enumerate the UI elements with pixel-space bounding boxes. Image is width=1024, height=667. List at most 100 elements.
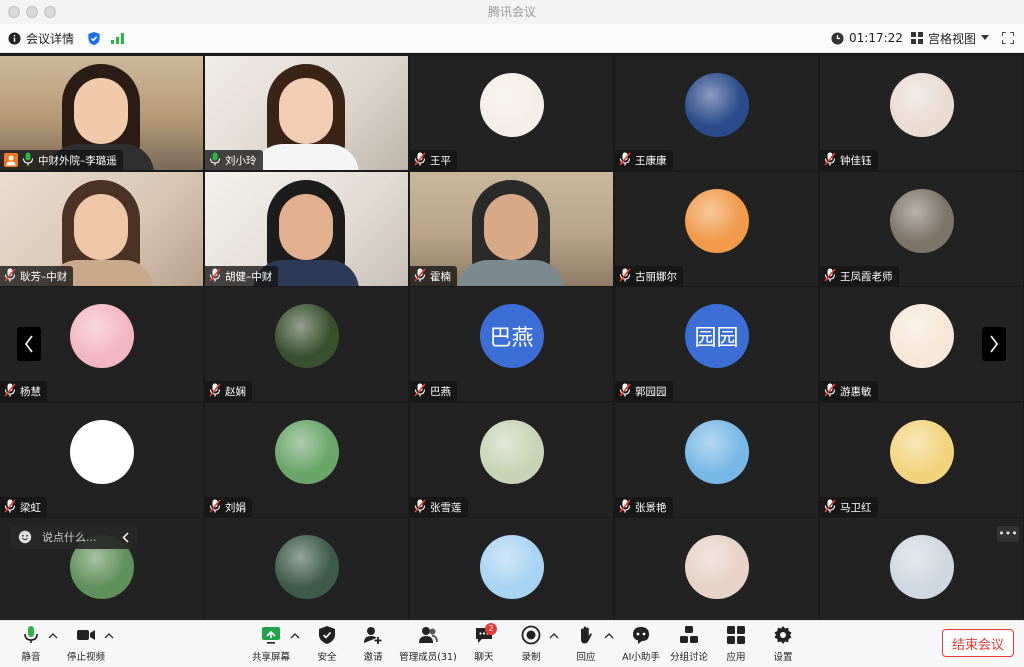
gear-icon bbox=[774, 626, 792, 644]
participant-tile[interactable]: 刘小玲 bbox=[205, 56, 408, 170]
record-label: 录制 bbox=[521, 652, 541, 663]
avatar-initials: 巴燕 bbox=[489, 326, 534, 351]
participant-tile[interactable]: 巴燕 巴燕 bbox=[410, 287, 613, 401]
participants-icon bbox=[419, 627, 438, 643]
apps-button[interactable]: 应用 bbox=[724, 625, 748, 665]
participant-name-tag: 郭园园 bbox=[615, 381, 673, 401]
audio-options-chevron-icon[interactable] bbox=[48, 631, 58, 641]
participant-tile[interactable] bbox=[820, 518, 1023, 620]
chat-button[interactable]: 2 聊天 bbox=[472, 623, 497, 665]
video-options-chevron-icon[interactable] bbox=[104, 631, 114, 641]
participant-tile[interactable]: 王凤霞老师 bbox=[820, 172, 1023, 286]
view-mode-dropdown[interactable]: 宫格视图 bbox=[911, 24, 990, 52]
person-face bbox=[279, 78, 333, 144]
manage-participants-button[interactable]: 管理成员(31) bbox=[399, 625, 457, 665]
window-title: 腾讯会议 bbox=[487, 5, 536, 19]
breakout-rooms-label: 分组讨论 bbox=[670, 652, 709, 663]
record-options-chevron-icon[interactable] bbox=[549, 631, 559, 641]
participant-avatar bbox=[274, 420, 339, 484]
chevron-right-icon bbox=[990, 335, 998, 353]
stop-video-button[interactable]: 停止视频 bbox=[64, 625, 108, 665]
breakout-rooms-button[interactable]: 分组讨论 bbox=[670, 625, 708, 665]
chat-label: 聊天 bbox=[474, 652, 494, 663]
microphone-muted-icon bbox=[619, 267, 635, 285]
participant-name: 梁虹 bbox=[20, 501, 41, 514]
participant-tile[interactable]: 张雪莲 bbox=[410, 403, 613, 517]
reaction-button[interactable]: 回应 bbox=[572, 625, 600, 665]
share-options-chevron-icon[interactable] bbox=[290, 631, 300, 641]
microphone-icon bbox=[24, 626, 38, 643]
participant-name-tag: 霍楠 bbox=[410, 266, 457, 286]
ai-assistant-label: AI小助手 bbox=[622, 652, 660, 663]
participant-tile[interactable]: 马卫红 bbox=[820, 403, 1023, 517]
security-button[interactable]: 安全 bbox=[314, 625, 340, 665]
network-signal-indicator[interactable] bbox=[111, 24, 124, 52]
participant-tile[interactable] bbox=[205, 518, 408, 620]
collapse-chevron-icon[interactable] bbox=[122, 531, 129, 543]
participant-tile[interactable]: 中财外院–李璐遥 bbox=[0, 56, 203, 170]
participant-name-tag: 古丽娜尔 bbox=[615, 266, 683, 286]
participant-tile[interactable]: 张景艳 bbox=[615, 403, 818, 517]
next-page-button[interactable] bbox=[982, 327, 1006, 361]
host-badge-icon bbox=[4, 153, 18, 167]
share-screen-button[interactable]: 共享屏幕 bbox=[250, 625, 292, 665]
invite-button[interactable]: 邀请 bbox=[360, 625, 386, 665]
participant-avatar bbox=[274, 304, 339, 368]
participant-tile[interactable]: 胡健–中财 bbox=[205, 172, 408, 286]
participant-name-tag: 王平 bbox=[410, 150, 457, 170]
participant-tile[interactable]: 梁虹 bbox=[0, 403, 203, 517]
tile-more-options-button[interactable]: ••• bbox=[997, 526, 1019, 542]
participant-tile[interactable]: 古丽娜尔 bbox=[615, 172, 818, 286]
participant-tile[interactable] bbox=[615, 518, 818, 620]
previous-page-button[interactable] bbox=[17, 327, 41, 361]
apps-grid-icon bbox=[727, 626, 745, 644]
ai-assistant-icon bbox=[633, 627, 649, 644]
end-meeting-button[interactable]: 结束会议 bbox=[942, 629, 1014, 657]
participant-avatar bbox=[684, 420, 749, 484]
participant-tile[interactable]: 霍楠 bbox=[410, 172, 613, 286]
mute-button[interactable]: 静音 bbox=[14, 625, 48, 665]
shield-icon bbox=[319, 626, 335, 644]
security-label: 安全 bbox=[317, 652, 337, 663]
security-shield-indicator[interactable] bbox=[87, 24, 101, 52]
meeting-info-label: 会议详情 bbox=[26, 31, 75, 46]
participant-tile[interactable]: 赵娴 bbox=[205, 287, 408, 401]
participant-tile[interactable]: 耿芳–中财 bbox=[0, 172, 203, 286]
participant-name-tag: 游惠敏 bbox=[820, 381, 878, 401]
participant-tile[interactable]: 钟佳钰 bbox=[820, 56, 1023, 170]
participant-name: 刘娟 bbox=[225, 501, 246, 514]
participant-avatar bbox=[479, 73, 544, 137]
participant-avatar bbox=[889, 73, 954, 137]
floating-chat-input[interactable]: 说点什么... bbox=[11, 525, 137, 549]
microphone-muted-icon bbox=[414, 498, 430, 516]
microphone-muted-icon bbox=[209, 267, 225, 285]
participant-avatar bbox=[684, 73, 749, 137]
window-title-bar: 腾讯会议 bbox=[0, 0, 1024, 25]
avatar-initials: 园园 bbox=[694, 326, 739, 351]
record-button[interactable]: 录制 bbox=[518, 625, 544, 665]
participant-tile[interactable]: 刘娟 bbox=[205, 403, 408, 517]
participant-name-tag: 钟佳钰 bbox=[820, 150, 878, 170]
participant-tile[interactable] bbox=[410, 518, 613, 620]
participant-name-tag: 王凤霞老师 bbox=[820, 266, 899, 286]
participant-name: 张雪莲 bbox=[430, 501, 462, 514]
meeting-info-button[interactable]: 会议详情 bbox=[8, 24, 74, 52]
participant-name-tag: 王康康 bbox=[615, 150, 673, 170]
participant-tile[interactable]: 王平 bbox=[410, 56, 613, 170]
participant-tile[interactable]: 园园郭园园 bbox=[615, 287, 818, 401]
microphone-muted-icon bbox=[414, 382, 430, 400]
participant-tile[interactable]: 王康康 bbox=[615, 56, 818, 170]
microphone-muted-icon bbox=[824, 382, 840, 400]
participant-name-tag: 耿芳–中财 bbox=[0, 266, 74, 286]
participant-name-tag: 刘娟 bbox=[205, 497, 252, 517]
microphone-muted-icon bbox=[414, 151, 430, 169]
settings-button[interactable]: 设置 bbox=[771, 625, 795, 665]
ai-assistant-button[interactable]: AI小助手 bbox=[622, 625, 660, 665]
view-mode-label: 宫格视图 bbox=[928, 31, 977, 46]
participant-name-tag: 赵娴 bbox=[205, 381, 252, 401]
reaction-options-chevron-icon[interactable] bbox=[604, 631, 614, 641]
participant-avatar bbox=[274, 535, 339, 599]
participant-avatar bbox=[69, 420, 134, 484]
fullscreen-button[interactable] bbox=[1002, 24, 1014, 52]
microphone-muted-icon bbox=[209, 382, 225, 400]
